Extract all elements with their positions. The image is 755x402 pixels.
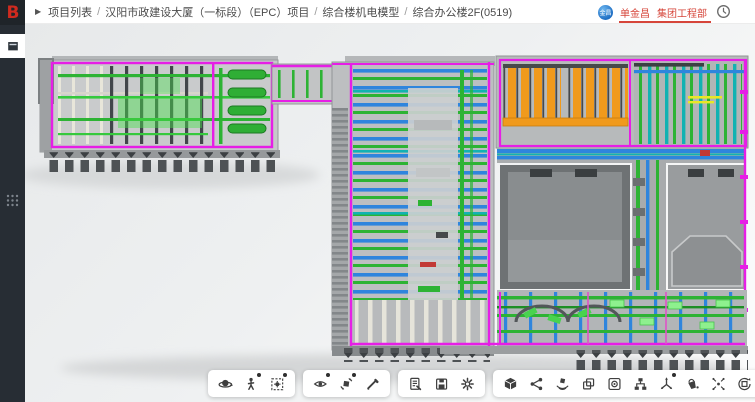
save-view-button[interactable] xyxy=(433,375,450,392)
structure-tree-button[interactable] xyxy=(632,375,649,392)
orbit-view-icon xyxy=(218,376,233,392)
toolbar-group-tools xyxy=(493,370,755,397)
section-box-button[interactable] xyxy=(269,375,286,392)
clock-button[interactable] xyxy=(715,4,731,20)
save-view-icon xyxy=(434,376,449,392)
move-axes-icon xyxy=(659,376,674,392)
app-window: ▶ 项目列表 / 汉阳市政建设大厦（一标段）（EPC）项目 / 综合楼机电模型 … xyxy=(0,0,755,402)
model-list-icon xyxy=(6,39,20,53)
bim-model-rendering xyxy=(25,24,755,402)
markup-pen-icon xyxy=(365,376,380,392)
viewpoint-icon xyxy=(313,376,328,392)
badge-dot xyxy=(257,373,261,377)
settings-gear-button[interactable] xyxy=(459,375,476,392)
active-user-underline xyxy=(619,21,711,23)
explode-view-button[interactable] xyxy=(710,375,727,392)
breadcrumb-separator: / xyxy=(404,6,407,18)
toolbar-group-navigation xyxy=(208,370,295,397)
move-axes-button[interactable] xyxy=(658,375,675,392)
user-department[interactable]: 集团工程部 xyxy=(657,5,707,20)
topbar: ▶ 项目列表 / 汉阳市政建设大厦（一标段）（EPC）项目 / 综合楼机电模型 … xyxy=(25,0,755,24)
breadcrumb-item-project-list[interactable]: 项目列表 xyxy=(48,4,92,20)
avatar[interactable]: 金昌 xyxy=(598,5,613,20)
badge-dot xyxy=(672,373,676,377)
viewer-toolbar xyxy=(208,370,755,397)
focus-target-button[interactable] xyxy=(606,375,623,392)
paint-bucket-icon xyxy=(685,376,700,392)
walk-mode-icon xyxy=(244,376,259,392)
logo[interactable]: B xyxy=(0,0,25,25)
breadcrumb-item-project[interactable]: 汉阳市政建设大厦（一标段）（EPC）项目 xyxy=(105,4,309,20)
document-edit-button[interactable] xyxy=(407,375,424,392)
paint-bucket-button[interactable] xyxy=(684,375,701,392)
share-icon xyxy=(529,376,544,392)
breadcrumb-item-floor: 综合办公楼2F(0519) xyxy=(412,4,512,20)
pick-element-button[interactable] xyxy=(554,375,571,392)
markup-pen-button[interactable] xyxy=(364,375,381,392)
grid-dots-icon xyxy=(6,194,19,207)
orbit-view-button[interactable] xyxy=(217,375,234,392)
sidebar-item-model-list[interactable] xyxy=(0,34,25,58)
explode-view-icon xyxy=(711,376,726,392)
toolbar-group-views xyxy=(303,370,390,397)
model-box-icon xyxy=(503,376,518,392)
toolbar-group-project xyxy=(398,370,485,397)
main-area xyxy=(25,24,755,402)
focus-target-icon xyxy=(607,376,622,392)
breadcrumb-separator: / xyxy=(314,6,317,18)
clock-icon xyxy=(716,4,731,19)
pick-element-icon xyxy=(555,376,570,392)
walk-mode-button[interactable] xyxy=(243,375,260,392)
viewpoint-button[interactable] xyxy=(312,375,329,392)
rotate-model-button[interactable] xyxy=(338,375,355,392)
section-box-icon xyxy=(270,376,285,392)
reset-view-button[interactable] xyxy=(736,375,753,392)
model-box-button[interactable] xyxy=(502,375,519,392)
user-name[interactable]: 单金昌 xyxy=(620,5,650,20)
breadcrumb-item-model[interactable]: 综合楼机电模型 xyxy=(322,4,399,20)
badge-dot xyxy=(283,373,287,377)
apps-grid-icon[interactable] xyxy=(0,188,25,212)
share-button[interactable] xyxy=(528,375,545,392)
breadcrumb-separator: / xyxy=(97,6,100,18)
sidebar: B xyxy=(0,0,25,402)
settings-gear-icon xyxy=(460,376,475,392)
badge-dot xyxy=(352,373,356,377)
bim-model-viewport[interactable] xyxy=(25,24,755,402)
document-edit-icon xyxy=(408,376,423,392)
breadcrumb: ▶ 项目列表 / 汉阳市政建设大厦（一标段）（EPC）项目 / 综合楼机电模型 … xyxy=(25,4,512,20)
copy-elements-icon xyxy=(581,376,596,392)
copy-elements-button[interactable] xyxy=(580,375,597,392)
badge-dot xyxy=(326,373,330,377)
reset-view-icon xyxy=(737,376,752,392)
rotate-model-icon xyxy=(339,376,354,392)
collapse-icon[interactable]: ▶ xyxy=(35,7,41,16)
structure-tree-icon xyxy=(633,376,648,392)
